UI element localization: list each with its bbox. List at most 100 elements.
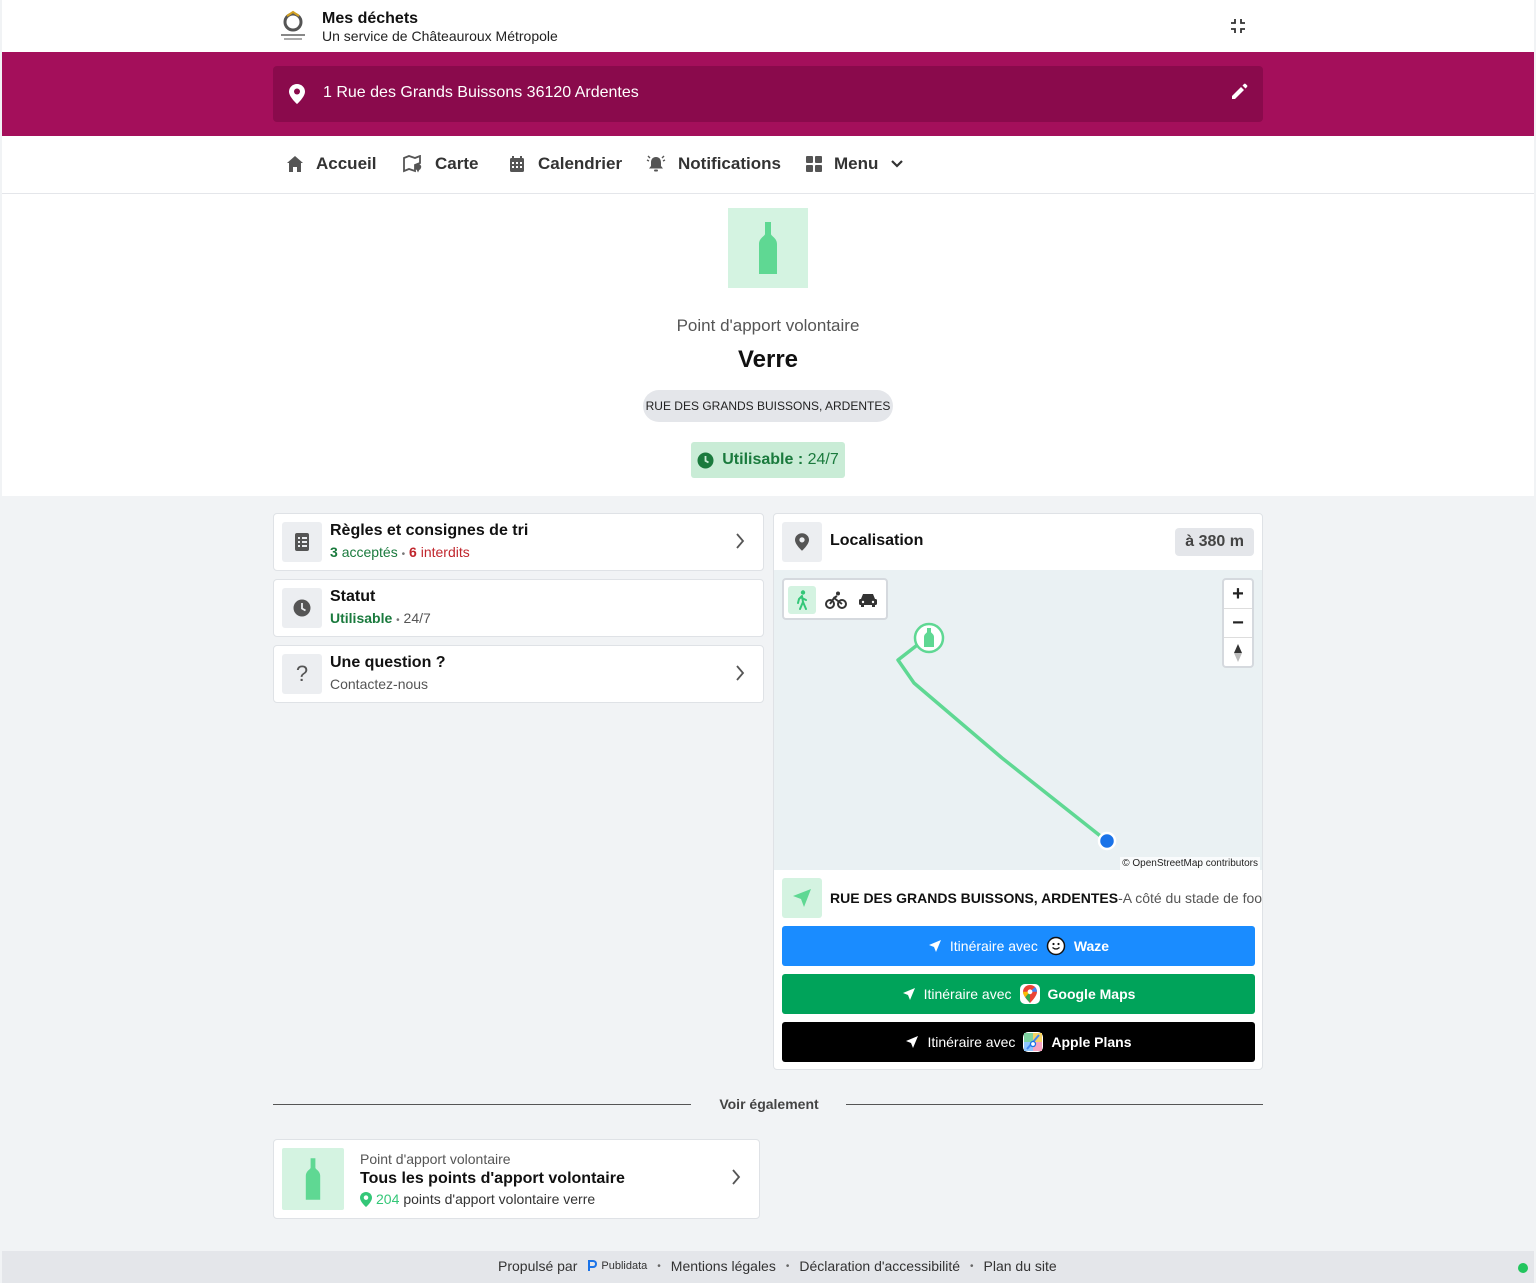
car-mode-button[interactable] bbox=[854, 586, 882, 614]
place-detail: -A côté du stade de foot bbox=[1118, 890, 1263, 906]
address-selector[interactable]: 1 Rue des Grands Buissons 36120 Ardentes bbox=[273, 66, 1263, 122]
nav-label: Carte bbox=[435, 154, 479, 173]
related-link-card[interactable]: Point d'apport volontaire Tous les point… bbox=[273, 1139, 760, 1219]
waze-icon bbox=[1046, 936, 1066, 956]
publidata-label: Publidata bbox=[601, 1260, 648, 1272]
separator: • bbox=[970, 1260, 974, 1272]
status-card: Statut Utilisable • 24/7 bbox=[273, 579, 764, 637]
separator: • bbox=[785, 1260, 790, 1272]
route-apple-plans-button[interactable]: Itinéraire avec Apple Plans bbox=[782, 1022, 1255, 1062]
distance-badge: à 380 m bbox=[1175, 528, 1254, 556]
app-subtitle: Un service de Châteauroux Métropole bbox=[322, 28, 558, 44]
zoom-controls: + − bbox=[1222, 578, 1254, 668]
status-badge: Utilisable : 24/7 bbox=[691, 442, 845, 478]
nav-label: Menu bbox=[834, 154, 879, 173]
location-title: Localisation bbox=[830, 532, 924, 549]
rules-card[interactable]: Règles et consignes de tri 3 acceptés • … bbox=[273, 513, 764, 571]
page-footer: Propulsé par Publidata • Mentions légale… bbox=[2, 1251, 1534, 1283]
zoom-out-button[interactable]: − bbox=[1224, 609, 1252, 638]
question-card[interactable]: ? Une question ? Contactez-nous bbox=[273, 645, 764, 703]
nav-label: Accueil bbox=[316, 154, 377, 173]
question-title: Une question ? bbox=[330, 654, 446, 671]
route-app-name: Waze bbox=[1073, 938, 1110, 954]
status-title: Statut bbox=[330, 588, 376, 605]
address-band: 1 Rue des Grands Buissons 36120 Ardentes bbox=[2, 52, 1534, 136]
route-app-name: Google Maps bbox=[1047, 986, 1136, 1002]
nav-item-notifications[interactable]: Notifications bbox=[646, 154, 781, 174]
point-header: Point d'apport volontaire Verre RUE DES … bbox=[2, 194, 1534, 496]
page: Mes déchets Un service de Châteauroux Mé… bbox=[2, 0, 1534, 1283]
nav-item-calendrier[interactable]: Calendrier bbox=[508, 154, 622, 174]
map-attribution[interactable]: © OpenStreetMap contributors bbox=[1120, 857, 1260, 870]
connection-status-indicator bbox=[1518, 1263, 1528, 1273]
related-summary: 204 points d'apport volontaire verre bbox=[360, 1191, 595, 1207]
status-label: Utilisable : bbox=[722, 451, 804, 468]
checklist-icon bbox=[295, 533, 309, 551]
place-name: RUE DES GRANDS BUISSONS, ARDENTES bbox=[830, 890, 1119, 906]
calendar-icon bbox=[510, 156, 524, 172]
status-state: Utilisable bbox=[330, 610, 393, 626]
chateauroux-metropole-logo bbox=[281, 10, 305, 40]
bike-icon bbox=[825, 591, 847, 609]
question-subtitle: Contactez-nous bbox=[330, 676, 429, 692]
car-icon bbox=[859, 594, 877, 607]
main-nav: Accueil Carte Calendrier Notifications M… bbox=[2, 136, 1534, 194]
nav-label: Notifications bbox=[678, 154, 781, 173]
place-description: RUE DES GRANDS BUISSONS, ARDENTES-A côté… bbox=[830, 890, 1263, 906]
map-pin-icon-tile bbox=[782, 522, 822, 562]
status-hours: 24/7 bbox=[403, 610, 431, 626]
chevron-right-icon bbox=[736, 665, 745, 681]
bottle-icon-tile bbox=[728, 208, 808, 288]
walk-mode-button[interactable] bbox=[788, 586, 816, 614]
chevron-right-icon bbox=[732, 1169, 741, 1185]
bottle-icon bbox=[759, 222, 777, 274]
route-google-maps-button[interactable]: Itinéraire avec Google Maps bbox=[782, 974, 1255, 1014]
forbidden-count: 6 bbox=[409, 544, 417, 560]
app-header: Mes déchets Un service de Châteauroux Mé… bbox=[2, 0, 1534, 52]
collapse-button[interactable] bbox=[1226, 14, 1250, 38]
zoom-in-button[interactable]: + bbox=[1224, 580, 1252, 609]
address-text: 1 Rue des Grands Buissons 36120 Ardentes bbox=[323, 84, 639, 101]
nav-item-accueil[interactable]: Accueil bbox=[286, 154, 376, 174]
related-kind: Point d'apport volontaire bbox=[360, 1151, 511, 1167]
compass-icon bbox=[1234, 643, 1242, 662]
separator: • bbox=[657, 1260, 661, 1272]
route-waze-button[interactable]: Itinéraire avec Waze bbox=[782, 926, 1255, 966]
compass-button[interactable] bbox=[1224, 638, 1252, 667]
location-card: Localisation à 380 m + − © OpenStreetMap… bbox=[773, 513, 1263, 1070]
clock-icon-tile bbox=[282, 588, 322, 628]
route-prefix: Itinéraire avec bbox=[927, 1034, 1016, 1050]
related-count-label: points d'apport volontaire verre bbox=[403, 1191, 596, 1207]
grid-icon bbox=[806, 156, 822, 172]
nav-item-menu[interactable]: Menu bbox=[806, 154, 904, 174]
separator: • bbox=[401, 549, 406, 560]
status-summary: Utilisable • 24/7 bbox=[330, 610, 431, 626]
footer-link-mentions[interactable]: Mentions légales bbox=[671, 1258, 776, 1274]
accepted-count: 3 bbox=[330, 544, 338, 560]
user-location-dot bbox=[1097, 831, 1117, 851]
question-glyph: ? bbox=[295, 661, 309, 686]
powered-by-label: Propulsé par bbox=[498, 1258, 578, 1274]
navigation-arrow-icon bbox=[902, 988, 915, 1000]
related-count: 204 bbox=[376, 1191, 400, 1207]
chevron-down-icon bbox=[891, 160, 904, 168]
travel-mode-selector bbox=[782, 578, 888, 620]
accepted-label: acceptés bbox=[341, 544, 398, 560]
bottle-icon-tile bbox=[282, 1148, 344, 1210]
nav-label: Calendrier bbox=[538, 154, 623, 173]
see-also-heading: Voir également bbox=[719, 1096, 819, 1112]
clock-icon bbox=[697, 452, 714, 468]
app-title: Mes déchets bbox=[322, 10, 419, 27]
pencil-icon[interactable] bbox=[1229, 82, 1249, 102]
divider bbox=[273, 1104, 691, 1105]
map-view[interactable]: + − © OpenStreetMap contributors bbox=[774, 570, 1262, 870]
route-app-name: Apple Plans bbox=[1051, 1034, 1132, 1050]
bottle-icon bbox=[305, 1158, 321, 1200]
clock-icon bbox=[293, 599, 311, 617]
map-pin-icon bbox=[795, 533, 809, 551]
publidata-link[interactable]: Publidata bbox=[587, 1260, 647, 1272]
nav-item-carte[interactable]: Carte bbox=[403, 154, 478, 174]
bike-mode-button[interactable] bbox=[822, 586, 850, 614]
footer-link-accessibility[interactable]: Déclaration d'accessibilité bbox=[799, 1258, 960, 1274]
footer-link-sitemap[interactable]: Plan du site bbox=[984, 1258, 1057, 1274]
